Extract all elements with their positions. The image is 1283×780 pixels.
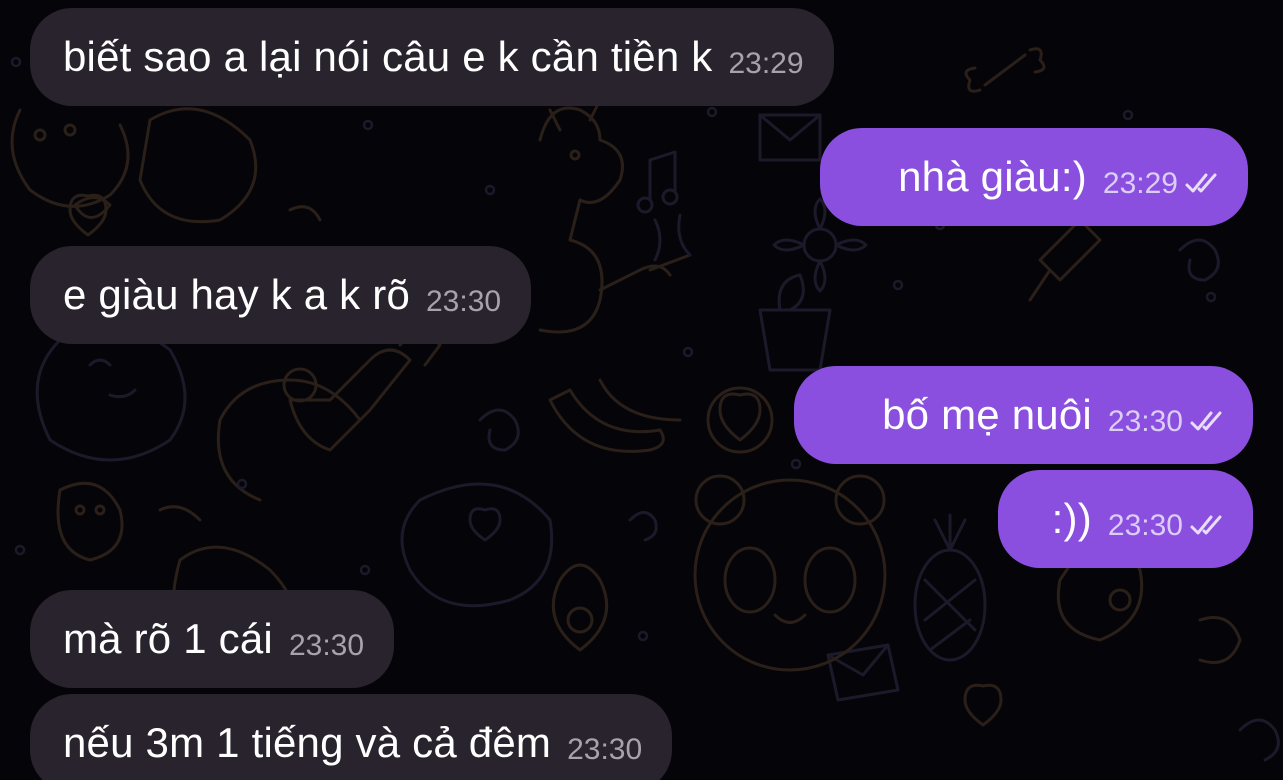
- sheep-doodle: [35, 325, 187, 462]
- double-check-icon: [1190, 411, 1222, 431]
- message-text: mà rõ 1 cái: [63, 615, 273, 662]
- double-check-icon: [1190, 515, 1222, 535]
- message-text: bố mẹ nuôi: [882, 391, 1092, 438]
- pillow-doodle: [400, 482, 554, 608]
- message-timestamp: 23:29: [1102, 167, 1178, 200]
- panda-doodle: [693, 474, 887, 672]
- double-check-icon: [1185, 173, 1217, 193]
- music-doodle: [636, 150, 692, 262]
- message-bubble-incoming[interactable]: biết sao a lại nói câu e k cần tiền k 23…: [30, 8, 834, 106]
- pineapple-doodle: [913, 513, 987, 662]
- message-bubble-outgoing[interactable]: :)) 23:30: [998, 470, 1253, 568]
- message-text: e giàu hay k a k rõ: [63, 271, 410, 318]
- message-bubble-incoming[interactable]: mà rõ 1 cái 23:30: [30, 590, 395, 688]
- flower-doodle: [758, 197, 868, 372]
- dog-doodle: [10, 107, 322, 224]
- message-timestamp: 23:29: [728, 47, 804, 80]
- message-timestamp: 23:30: [426, 285, 502, 318]
- message-timestamp: 23:30: [288, 629, 365, 662]
- message-text: nếu 3m 1 tiếng và cả đêm: [63, 719, 552, 766]
- bottle-doodle: [216, 323, 442, 502]
- chat-area[interactable]: biết sao a lại nói câu e k cần tiền k 23…: [0, 0, 1283, 780]
- message-bubble-incoming[interactable]: nếu 3m 1 tiếng và cả đêm 23:30: [30, 694, 673, 780]
- avocado-doodle: [551, 563, 609, 652]
- message-text: nhà giàu:): [898, 153, 1087, 200]
- message-bubble-outgoing[interactable]: nhà giàu:) 23:29: [820, 128, 1248, 226]
- message-timestamp: 23:30: [1107, 509, 1183, 542]
- message-bubble-incoming[interactable]: e giàu hay k a k rõ 23:30: [30, 246, 532, 344]
- llama-doodle: [538, 98, 692, 334]
- message-text: biết sao a lại nói câu e k cần tiền k: [63, 33, 713, 80]
- banana-doodle: [548, 378, 682, 453]
- message-timestamp: 23:30: [1107, 405, 1183, 438]
- message-timestamp: 23:30: [567, 733, 643, 766]
- message-text: :)): [1051, 495, 1092, 542]
- message-bubble-outgoing[interactable]: bố mẹ nuôi 23:30: [794, 366, 1253, 464]
